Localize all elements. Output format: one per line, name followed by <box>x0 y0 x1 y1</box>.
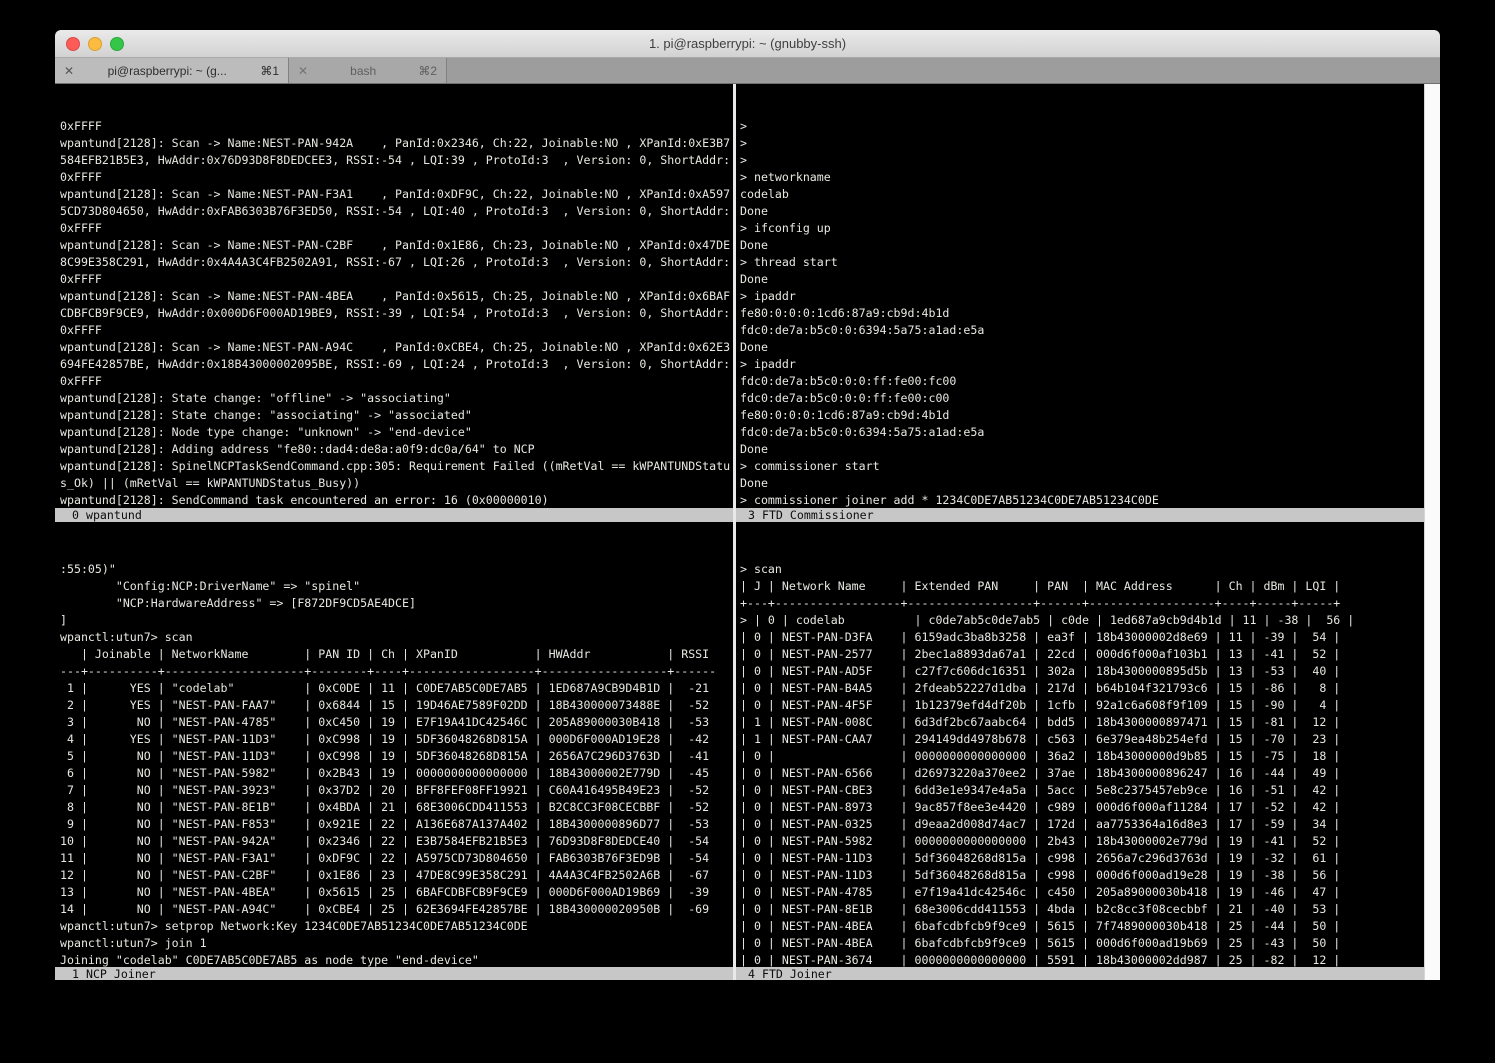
tab-bash[interactable]: ✕ bash ⌘2 <box>289 58 447 83</box>
pane-status-ncp-joiner: 1 NCP Joiner <box>55 967 748 980</box>
window-titlebar[interactable]: 1. pi@raspberrypi: ~ (gnubby-ssh) <box>55 30 1440 58</box>
tab-ssh-session[interactable]: ✕ pi@raspberrypi: ~ (g... ⌘1 <box>55 58 289 83</box>
pane-ftd-commissioner-output: > > > > networkname codelab Done > ifcon… <box>740 118 1427 508</box>
pane-status-ftd-commissioner: 3 FTD Commissioner <box>737 508 1435 522</box>
pane-ncp-joiner-output: :55:05)" "Config:NCP:DriverName" => "spi… <box>60 561 736 972</box>
pane-wpantund-output: 0xFFFF wpantund[2128]: Scan -> Name:NEST… <box>60 118 736 508</box>
tab-bar: ✕ pi@raspberrypi: ~ (g... ⌘1 ✕ bash ⌘2 <box>55 58 1440 84</box>
pane-ftd-joiner[interactable]: > scan | J | Network Name | Extended PAN… <box>737 522 1427 972</box>
pane-status-ftd-joiner: 4 FTD Joiner <box>737 967 1435 980</box>
window-title: 1. pi@raspberrypi: ~ (gnubby-ssh) <box>55 30 1440 57</box>
desktop: 1. pi@raspberrypi: ~ (gnubby-ssh) ✕ pi@r… <box>0 0 1495 1063</box>
tab-close-icon[interactable]: ✕ <box>298 64 308 78</box>
tmux-pane-divider[interactable] <box>733 84 736 980</box>
pane-ncp-joiner[interactable]: :55:05)" "Config:NCP:DriverName" => "spi… <box>55 522 736 972</box>
tab-label: bash <box>316 64 410 78</box>
tab-shortcut: ⌘2 <box>418 64 437 78</box>
pane-ftd-joiner-output: > scan | J | Network Name | Extended PAN… <box>740 561 1427 972</box>
tab-close-icon[interactable]: ✕ <box>64 64 74 78</box>
tab-label: pi@raspberrypi: ~ (g... <box>82 64 252 78</box>
tab-shortcut: ⌘1 <box>260 64 279 78</box>
terminal-window: 1. pi@raspberrypi: ~ (gnubby-ssh) ✕ pi@r… <box>55 30 1440 980</box>
pane-status-wpantund: 0 wpantund <box>55 508 748 522</box>
terminal-scrollbar[interactable] <box>1424 84 1440 980</box>
pane-ftd-commissioner[interactable]: > > > > networkname codelab Done > ifcon… <box>737 84 1427 508</box>
pane-wpantund[interactable]: 0xFFFF wpantund[2128]: Scan -> Name:NEST… <box>55 84 736 508</box>
tmux-session: 0xFFFF wpantund[2128]: Scan -> Name:NEST… <box>55 84 1440 980</box>
